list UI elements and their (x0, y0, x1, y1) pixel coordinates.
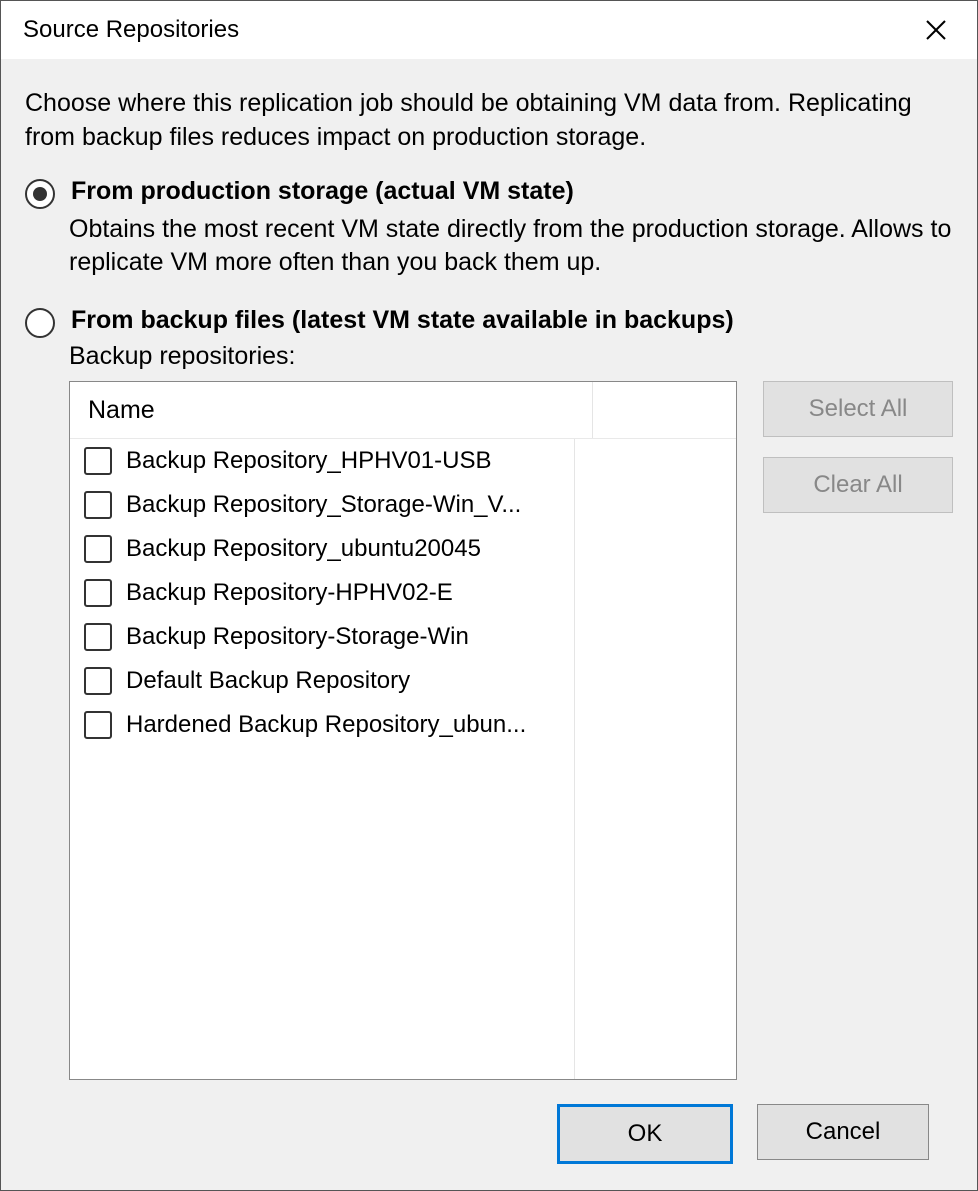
list-item[interactable]: Backup Repository_HPHV01-USB (70, 439, 736, 483)
list-item-label: Backup Repository-HPHV02-E (126, 579, 453, 607)
radio-label-backup: From backup files (latest VM state avail… (71, 304, 734, 338)
list-row: Name Backup Repository_HPHV01-USBBackup … (69, 381, 953, 1080)
list-item-label: Backup Repository_ubuntu20045 (126, 535, 481, 563)
dialog-footer: OK Cancel (25, 1080, 953, 1190)
checkbox-icon[interactable] (84, 711, 112, 739)
checkbox-icon[interactable] (84, 447, 112, 475)
column-header-name[interactable]: Name (70, 382, 593, 438)
list-item[interactable]: Backup Repository_ubuntu20045 (70, 527, 736, 571)
column-divider (574, 439, 575, 1079)
list-item[interactable]: Backup Repository-Storage-Win (70, 615, 736, 659)
radio-desc-production: Obtains the most recent VM state directl… (69, 213, 953, 281)
dialog-body: Choose where this replication job should… (1, 59, 977, 1190)
column-header-spacer (593, 382, 736, 438)
list-item[interactable]: Default Backup Repository (70, 659, 736, 703)
list-item[interactable]: Hardened Backup Repository_ubun... (70, 703, 736, 747)
list-item-label: Backup Repository_Storage-Win_V... (126, 491, 521, 519)
listbox-header: Name (70, 382, 736, 439)
list-item-label: Hardened Backup Repository_ubun... (126, 711, 526, 739)
dialog-title: Source Repositories (23, 16, 239, 44)
list-item-label: Default Backup Repository (126, 667, 410, 695)
source-repositories-dialog: Source Repositories Choose where this re… (0, 0, 978, 1191)
radio-label-production: From production storage (actual VM state… (71, 175, 574, 209)
select-all-button[interactable]: Select All (763, 381, 953, 437)
radio-icon (25, 179, 55, 209)
list-item-label: Backup Repository-Storage-Win (126, 623, 469, 651)
side-buttons: Select All Clear All (763, 381, 953, 1080)
radio-option-backup[interactable]: From backup files (latest VM state avail… (25, 304, 953, 338)
clear-all-button[interactable]: Clear All (763, 457, 953, 513)
checkbox-icon[interactable] (84, 667, 112, 695)
intro-text: Choose where this replication job should… (25, 87, 953, 155)
ok-button[interactable]: OK (557, 1104, 733, 1164)
checkbox-icon[interactable] (84, 579, 112, 607)
close-icon (925, 19, 947, 41)
listbox-items: Backup Repository_HPHV01-USB Backup Repos… (70, 439, 736, 1079)
cancel-button[interactable]: Cancel (757, 1104, 929, 1160)
list-item[interactable]: Backup Repository-HPHV02-E (70, 571, 736, 615)
list-item[interactable]: Backup Repository_Storage-Win_V... (70, 483, 736, 527)
checkbox-icon[interactable] (84, 491, 112, 519)
checkbox-icon[interactable] (84, 623, 112, 651)
titlebar: Source Repositories (1, 1, 977, 59)
close-button[interactable] (913, 7, 959, 53)
radio-option-production[interactable]: From production storage (actual VM state… (25, 175, 953, 209)
repositories-listbox[interactable]: Name Backup Repository_HPHV01-USBBackup … (69, 381, 737, 1080)
checkbox-icon[interactable] (84, 535, 112, 563)
backup-repositories-label: Backup repositories: (69, 342, 953, 371)
radio-icon (25, 308, 55, 338)
list-item-label: Backup Repository_HPHV01-USB (126, 447, 492, 475)
